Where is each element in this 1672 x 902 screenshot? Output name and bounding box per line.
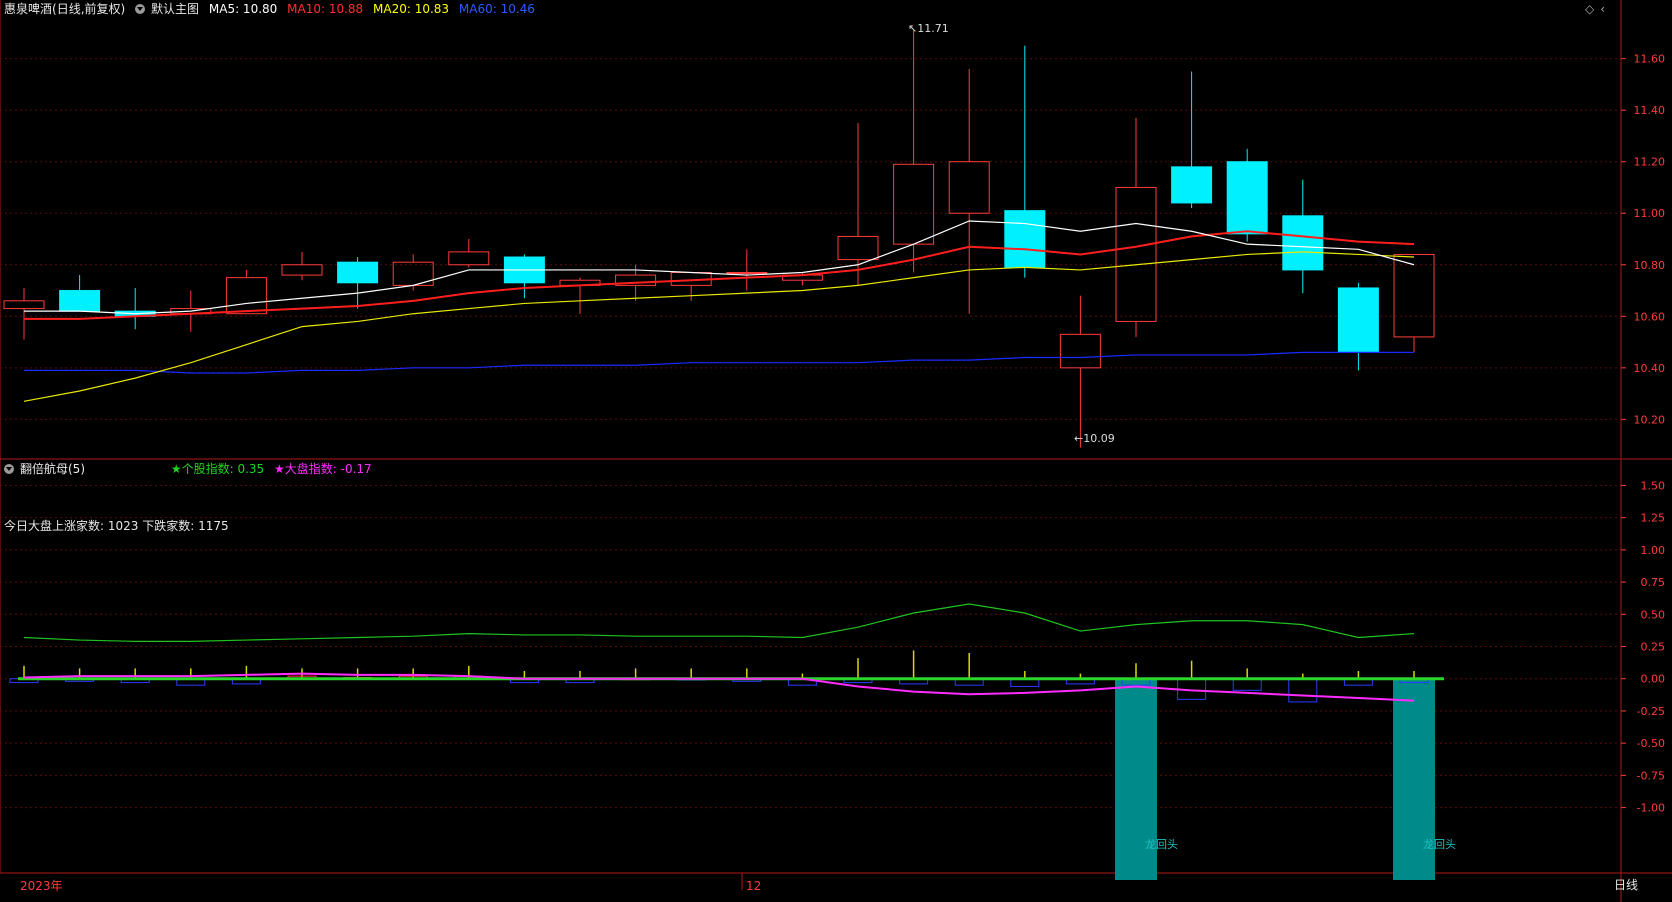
indicator-tick-label: 0.75 (1641, 576, 1666, 589)
month-label: 12 (746, 879, 762, 893)
candle-body (1282, 215, 1324, 271)
candle-body (1115, 186, 1157, 322)
indicator-tick-label: -0.75 (1637, 769, 1665, 782)
price-tick-label: 11.40 (1634, 104, 1666, 117)
candle-body (281, 264, 323, 276)
high-price-annotation: ↖11.71 (908, 22, 949, 35)
candle-body (448, 251, 490, 266)
indicator-tick-label: 0.25 (1641, 641, 1666, 654)
candle-body (1171, 166, 1213, 204)
candle-body (893, 163, 935, 245)
indicator-dropdown-icon[interactable] (4, 464, 14, 474)
candle-body (59, 290, 101, 312)
main-chart-header: 惠泉啤酒(日线,前复权) 默认主图 MA5: 10.80 MA10: 10.88… (4, 0, 541, 18)
price-tick-label: 10.20 (1634, 413, 1666, 426)
indicator-tick-label: 1.00 (1641, 544, 1666, 557)
price-tick-label: 10.60 (1634, 310, 1666, 323)
stock-name[interactable]: 惠泉啤酒 (4, 2, 52, 16)
template-dropdown-icon[interactable] (135, 4, 146, 14)
indicator-tick-label: -0.25 (1637, 705, 1665, 718)
window-controls: ◇ ‹ (1585, 0, 1611, 18)
ma60-line (24, 351, 1414, 374)
candle-body (337, 261, 379, 284)
kline-chart[interactable]: 10.20 10.40 10.60 10.80 11.00 11.20 11.40 11.60… (0, 0, 1672, 902)
low-price-annotation: ←10.09 (1074, 432, 1115, 445)
ma10-label: MA10: 10.88 (287, 2, 364, 16)
high-price-value: 11.71 (917, 22, 949, 35)
market-breadth-text: 今日大盘上涨家数: 1023 下跌家数: 1175 (4, 519, 229, 533)
market-index-label: ★大盘指数: -0.17 (274, 462, 372, 476)
price-tick-label: 11.20 (1634, 156, 1666, 169)
chart-mode: (日线,前复权) (52, 2, 126, 16)
candle-body (1059, 333, 1101, 369)
main-template-label[interactable]: 默认主图 (151, 2, 199, 16)
candle-body (726, 271, 768, 274)
indicator-name[interactable]: 翻倍航母(5) (20, 462, 85, 476)
candle-body (1337, 287, 1379, 353)
market-index-bar (1288, 678, 1318, 703)
chevron-left-icon[interactable]: ‹ (1600, 2, 1605, 16)
market-index-bar (1232, 678, 1262, 691)
candle-body (837, 235, 879, 261)
candle-body (1226, 161, 1268, 235)
indicator-tick-label: 0.50 (1641, 608, 1666, 621)
price-tick-label: 10.80 (1634, 259, 1666, 272)
ma5-line (24, 220, 1415, 315)
signal-label-2: 龙回头 (1423, 838, 1456, 851)
indicator-tick-label: 1.50 (1641, 479, 1666, 492)
indicator-header: 翻倍航母(5) ★个股指数: 0.35 ★大盘指数: -0.17 (4, 460, 378, 478)
period-tab-daily[interactable]: 日线 (1614, 876, 1638, 894)
indicator-tick-label: -1.00 (1637, 802, 1665, 815)
ma60-label: MA60: 10.46 (458, 2, 535, 16)
candle-body (1393, 253, 1435, 338)
price-tick-label: 11.00 (1634, 207, 1666, 220)
ma5-label: MA5: 10.80 (208, 2, 278, 16)
indicator-tick-label: 1.25 (1641, 512, 1666, 525)
signal-label-1: 龙回头 (1145, 838, 1178, 851)
indicator-tick-label: 0.00 (1641, 673, 1666, 686)
stock-index-label: ★个股指数: 0.35 (170, 462, 265, 476)
price-tick-label: 11.60 (1634, 53, 1666, 66)
stock-index-line (23, 603, 1415, 642)
candle-body (3, 300, 45, 310)
ma20-label: MA20: 10.83 (373, 2, 450, 16)
candle-body (948, 161, 990, 214)
diamond-icon[interactable]: ◇ (1585, 2, 1594, 16)
candle-body (225, 277, 267, 315)
price-tick-label: 10.40 (1634, 362, 1666, 375)
candle-body (1004, 210, 1046, 268)
low-price-value: 10.09 (1083, 432, 1115, 445)
year-label: 2023年 (20, 879, 63, 893)
indicator-tick-label: -0.50 (1637, 737, 1665, 750)
